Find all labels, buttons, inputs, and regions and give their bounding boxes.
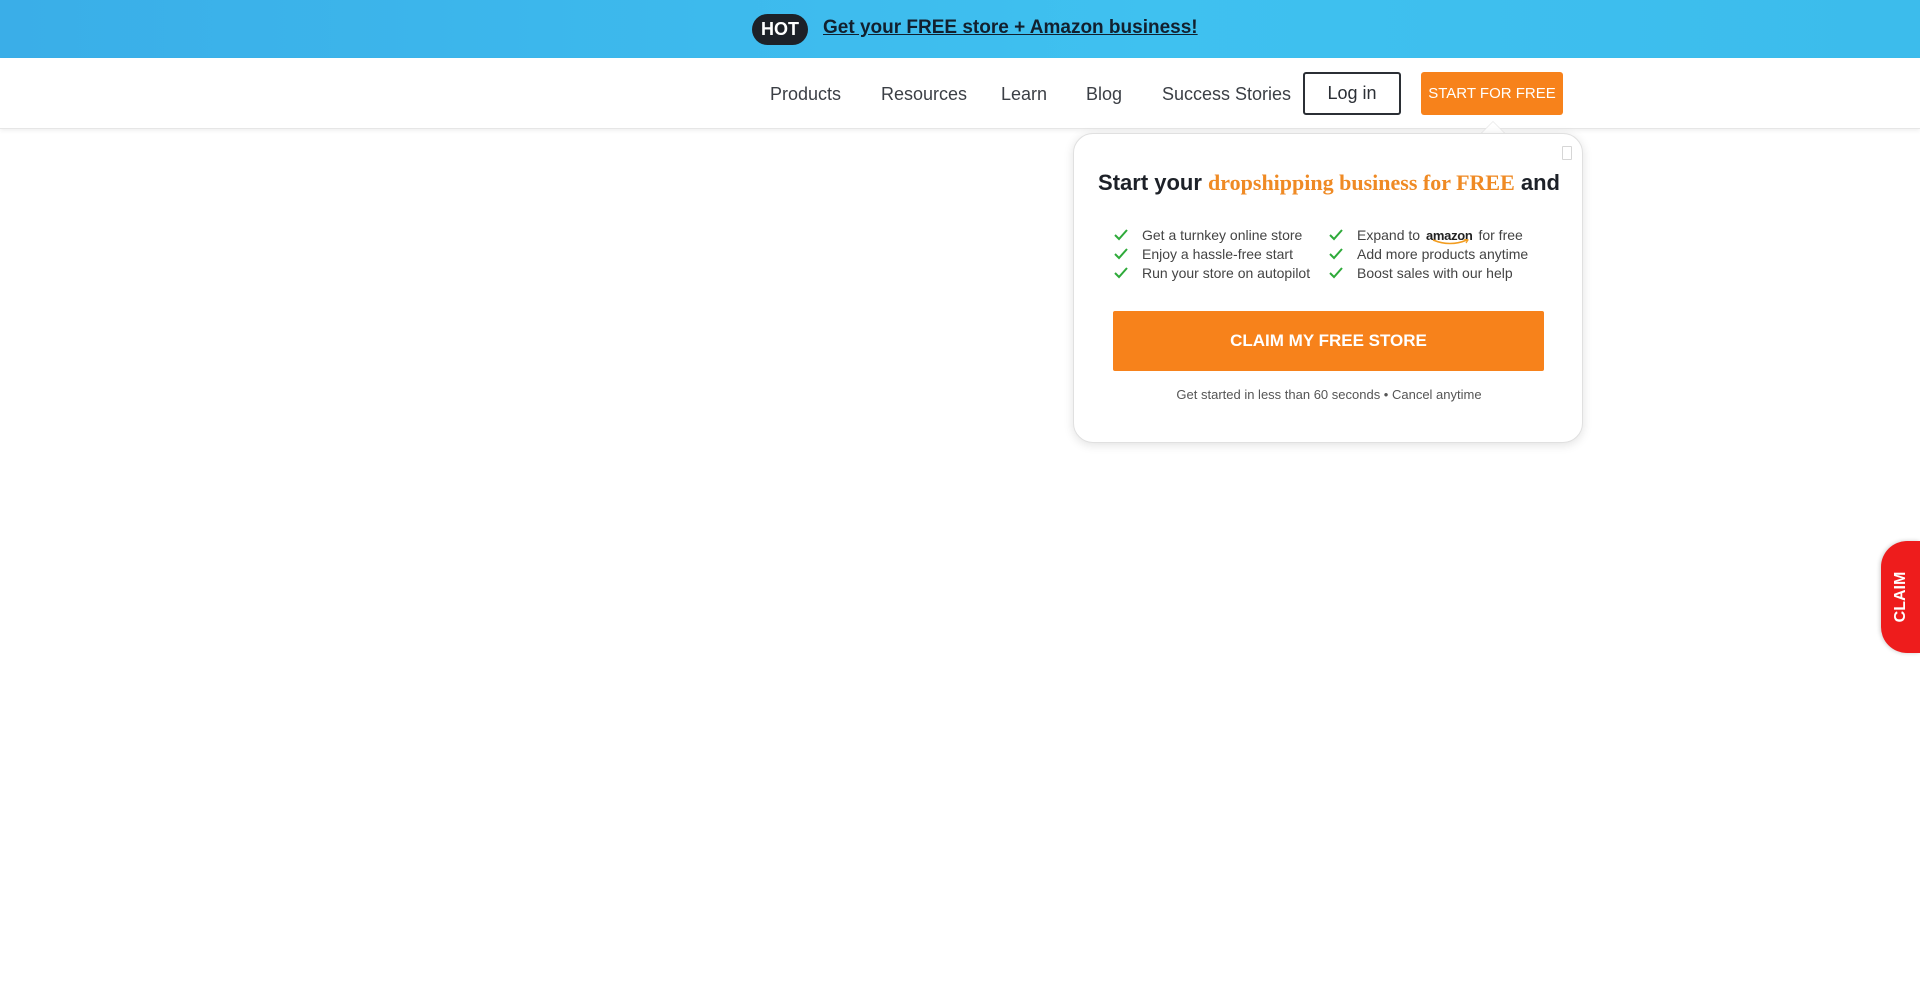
feature-item: Expand to amazon for free [1327, 226, 1528, 245]
check-icon [1329, 229, 1343, 241]
hot-badge: HOT [752, 14, 808, 45]
feature-label: Add more products anytime [1357, 246, 1529, 262]
promo-banner: HOT Get your FREE store + Amazon busines… [0, 0, 1920, 58]
side-claim-tab-label: CLAIM [1891, 571, 1909, 623]
feature-item: Add more products anytime [1327, 245, 1528, 264]
feature-list-left: Get a turnkey online store Enjoy a hassl… [1112, 226, 1310, 283]
free-store-popup: Start your dropshipping business for FRE… [1073, 133, 1583, 443]
nav-item-resources[interactable]: Resources [881, 84, 967, 105]
check-icon [1329, 267, 1343, 279]
feature-item: Boost sales with our help [1327, 264, 1528, 283]
check-icon [1114, 267, 1128, 279]
nav-item-learn[interactable]: Learn [1001, 84, 1047, 105]
popup-footnote: Get started in less than 60 seconds • Ca… [1176, 387, 1482, 402]
close-icon[interactable] [1562, 146, 1572, 160]
feature-label: Boost sales with our help [1357, 265, 1513, 281]
check-icon [1114, 248, 1128, 260]
nav-item-products[interactable]: Products [770, 84, 841, 105]
side-claim-tab[interactable]: CLAIM [1881, 541, 1920, 653]
main-navbar: Products Resources Learn Blog Success St… [0, 58, 1920, 129]
feature-label: Get a turnkey online store [1142, 227, 1303, 243]
feature-item: Run your store on autopilot [1112, 264, 1310, 283]
check-icon [1114, 229, 1128, 241]
start-for-free-button[interactable]: START FOR FREE [1421, 72, 1563, 115]
popup-title-prefix: Start your [1098, 170, 1209, 195]
login-button[interactable]: Log in [1303, 72, 1401, 115]
feature-item: Enjoy a hassle-free start [1112, 245, 1310, 264]
nav-item-success-stories[interactable]: Success Stories [1162, 84, 1291, 105]
popup-title: Start your dropshipping business for FRE… [1074, 170, 1584, 196]
popup-title-highlight: dropshipping business for FREE [1208, 170, 1515, 195]
feature-list-right: Expand to amazon for free Add more produ… [1327, 226, 1528, 283]
claim-free-store-button[interactable]: CLAIM MY FREE STORE [1113, 311, 1544, 371]
feature-label: Run your store on autopilot [1142, 265, 1311, 281]
popup-pointer-inner [1482, 122, 1504, 133]
promo-link[interactable]: Get your FREE store + Amazon business! [823, 17, 1198, 39]
nav-item-blog[interactable]: Blog [1086, 84, 1122, 105]
check-icon [1329, 248, 1343, 260]
amazon-logo: amazon [1426, 226, 1473, 245]
feature-label-prefix: Expand to [1357, 227, 1421, 243]
feature-label: Enjoy a hassle-free start [1142, 246, 1293, 262]
popup-title-suffix: and [1514, 170, 1560, 195]
feature-label-suffix: for free [1478, 227, 1523, 243]
feature-item: Get a turnkey online store [1112, 226, 1310, 245]
